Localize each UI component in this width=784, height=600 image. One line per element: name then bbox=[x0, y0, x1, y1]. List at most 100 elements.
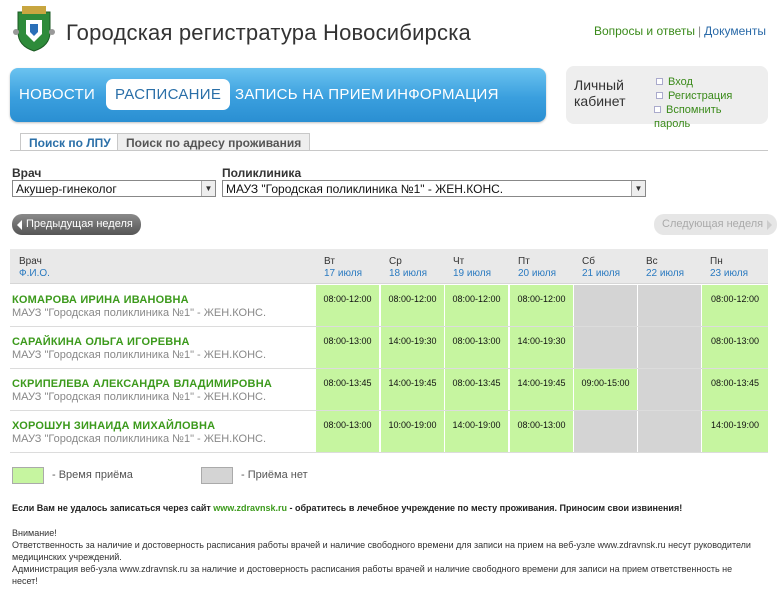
table-row: СКРИПЕЛЕВА АЛЕКСАНДРА ВЛАДИМИРОВНА МАУЗ … bbox=[10, 369, 768, 411]
schedule-cell[interactable]: 14:00-19:00 bbox=[702, 411, 768, 452]
table-row: САРАЙКИНА ОЛЬГА ИГОРЕВНА МАУЗ "Городская… bbox=[10, 327, 768, 369]
schedule-cell[interactable]: 08:00-13:45 bbox=[702, 369, 768, 410]
day-name: Сб bbox=[582, 256, 595, 267]
notice-text: Если Вам не удалось записаться через сай… bbox=[12, 503, 682, 513]
schedule-cell[interactable]: 08:00-12:00 bbox=[316, 285, 379, 326]
dropdown-arrow-icon: ▼ bbox=[201, 181, 215, 196]
schedule-cell[interactable]: 08:00-13:45 bbox=[445, 369, 508, 410]
day-header: Вс 22 июля bbox=[646, 256, 684, 280]
schedule-cell[interactable]: 08:00-13:45 bbox=[316, 369, 379, 410]
schedule-cell[interactable]: 09:00-15:00 bbox=[574, 369, 637, 410]
tab-search-by-clinic[interactable]: Поиск по ЛПУ bbox=[20, 133, 120, 151]
day-name: Вт bbox=[324, 256, 335, 267]
clinic-select-value: МАУЗ "Городская поликлиника №1" - ЖЕН.КО… bbox=[226, 182, 504, 196]
warning-line-2: Администрация веб-узла www.zdravnsk.ru з… bbox=[12, 564, 733, 586]
nav-news[interactable]: НОВОСТИ bbox=[19, 86, 95, 103]
tabs-divider bbox=[10, 150, 768, 151]
table-row: ХОРОШУН ЗИНАИДА МИХАЙЛОВНА МАУЗ "Городск… bbox=[10, 411, 768, 453]
day-name: Пн bbox=[710, 256, 723, 267]
next-week-label: Следующая неделя bbox=[662, 218, 764, 230]
doctor-fio-header[interactable]: Ф.И.О. bbox=[19, 268, 50, 280]
city-emblem-logo[interactable] bbox=[12, 5, 56, 52]
cabinet-title: Личный кабинет bbox=[574, 77, 626, 109]
schedule-cell[interactable]: 08:00-13:00 bbox=[445, 327, 508, 368]
schedule-cell[interactable]: 08:00-13:00 bbox=[316, 411, 379, 452]
documents-link[interactable]: Документы bbox=[704, 24, 766, 38]
doctor-name-link[interactable]: ХОРОШУН ЗИНАИДА МИХАЙЛОВНА bbox=[12, 420, 215, 432]
schedule-cell[interactable]: 08:00-12:00 bbox=[510, 285, 573, 326]
site-title: Городская регистратура Новосибирска bbox=[66, 20, 471, 45]
warning-block: Внимание! Ответственность за наличие и д… bbox=[12, 527, 752, 587]
personal-cabinet: Личный кабинет Вход Регистрация Вспомнит… bbox=[566, 66, 768, 130]
doctor-column-header: Врач bbox=[19, 256, 42, 267]
register-link[interactable]: Регистрация bbox=[656, 89, 754, 103]
day-name: Пт bbox=[518, 256, 530, 267]
schedule-cell[interactable]: 14:00-19:45 bbox=[510, 369, 573, 410]
previous-week-button[interactable]: Предыдущая неделя bbox=[12, 214, 141, 235]
schedule-cell bbox=[574, 285, 637, 326]
notice-after: - обратитесь в лечебное учреждение по ме… bbox=[286, 503, 683, 513]
doctor-clinic: МАУЗ "Городская поликлиника №1" - ЖЕН.КО… bbox=[12, 307, 267, 319]
dropdown-arrow-icon: ▼ bbox=[631, 181, 645, 196]
day-header: Пт 20 июля bbox=[518, 256, 556, 280]
schedule-cell[interactable]: 08:00-13:00 bbox=[510, 411, 573, 452]
day-name: Вс bbox=[646, 256, 658, 267]
login-link[interactable]: Вход bbox=[656, 75, 754, 89]
legend-reception-swatch bbox=[12, 467, 44, 484]
notice-before: Если Вам не удалось записаться через сай… bbox=[12, 503, 214, 513]
login-label: Вход bbox=[668, 76, 693, 88]
previous-week-label: Предыдущая неделя bbox=[26, 218, 133, 230]
schedule-cell[interactable]: 14:00-19:30 bbox=[381, 327, 444, 368]
schedule-cell bbox=[574, 411, 637, 452]
bullet-icon bbox=[656, 78, 663, 85]
register-label: Регистрация bbox=[668, 90, 733, 102]
table-row: КОМАРОВА ИРИНА ИВАНОВНА МАУЗ "Городская … bbox=[10, 285, 768, 327]
day-name: Чт bbox=[453, 256, 465, 267]
warning-line-1: Ответственность за наличие и достовернос… bbox=[12, 540, 751, 562]
doctor-name-link[interactable]: СКРИПЕЛЕВА АЛЕКСАНДРА ВЛАДИМИРОВНА bbox=[12, 378, 272, 390]
day-header: Вт 17 июля bbox=[324, 256, 362, 280]
tab-search-by-address[interactable]: Поиск по адресу проживания bbox=[117, 133, 311, 151]
schedule-cell bbox=[638, 327, 701, 368]
warning-title: Внимание! bbox=[12, 528, 57, 538]
nav-schedule[interactable]: РАСПИСАНИЕ bbox=[106, 79, 231, 110]
main-nav: НОВОСТИ РАСПИСАНИЕ ЗАПИСЬ НА ПРИЕМ ИНФОР… bbox=[10, 68, 546, 122]
day-date: 18 июля bbox=[389, 268, 428, 279]
legend-reception-label: - Время приёма bbox=[52, 469, 133, 481]
next-week-button[interactable]: Следующая неделя bbox=[654, 214, 778, 235]
day-header: Пн 23 июля bbox=[710, 256, 748, 280]
arrow-left-icon bbox=[17, 220, 22, 230]
schedule-cell[interactable]: 14:00-19:00 bbox=[445, 411, 508, 452]
nav-information[interactable]: ИНФОРМАЦИЯ bbox=[386, 86, 499, 103]
day-header: Чт 19 июля bbox=[453, 256, 491, 280]
doctor-clinic: МАУЗ "Городская поликлиника №1" - ЖЕН.КО… bbox=[12, 391, 267, 403]
schedule-cell[interactable]: 14:00-19:30 bbox=[510, 327, 573, 368]
schedule-cell[interactable]: 08:00-12:00 bbox=[702, 285, 768, 326]
schedule-cell[interactable]: 10:00-19:00 bbox=[381, 411, 444, 452]
faq-link[interactable]: Вопросы и ответы bbox=[594, 24, 695, 38]
schedule-cell[interactable]: 08:00-13:00 bbox=[702, 327, 768, 368]
schedule-cell[interactable]: 08:00-12:00 bbox=[445, 285, 508, 326]
bullet-icon bbox=[654, 106, 661, 113]
day-date: 20 июля bbox=[518, 268, 557, 279]
clinic-select[interactable]: МАУЗ "Городская поликлиника №1" - ЖЕН.КО… bbox=[222, 180, 646, 197]
doctor-clinic: МАУЗ "Городская поликлиника №1" - ЖЕН.КО… bbox=[12, 433, 267, 445]
doctor-name-link[interactable]: КОМАРОВА ИРИНА ИВАНОВНА bbox=[12, 294, 189, 306]
doctor-name-link[interactable]: САРАЙКИНА ОЛЬГА ИГОРЕВНА bbox=[12, 336, 190, 348]
site-link[interactable]: www.zdravnsk.ru bbox=[213, 503, 287, 513]
doctor-select-value: Акушер-гинеколог bbox=[16, 182, 117, 196]
schedule-cell[interactable]: 14:00-19:45 bbox=[381, 369, 444, 410]
remember-password-link[interactable]: Вспомнить пароль bbox=[654, 103, 754, 131]
doctor-label: Врач bbox=[12, 166, 42, 180]
remember-label: Вспомнить пароль bbox=[654, 104, 722, 130]
schedule-cell bbox=[638, 285, 701, 326]
day-date: 23 июля bbox=[710, 268, 749, 279]
schedule-cell bbox=[638, 411, 701, 452]
day-header: Сб 21 июля bbox=[582, 256, 620, 280]
doctor-select[interactable]: Акушер-гинеколог ▼ bbox=[12, 180, 216, 197]
schedule-cell[interactable]: 08:00-12:00 bbox=[381, 285, 444, 326]
doctor-clinic: МАУЗ "Городская поликлиника №1" - ЖЕН.КО… bbox=[12, 349, 267, 361]
day-date: 21 июля bbox=[582, 268, 621, 279]
schedule-cell[interactable]: 08:00-13:00 bbox=[316, 327, 379, 368]
nav-appointment[interactable]: ЗАПИСЬ НА ПРИЕМ bbox=[235, 86, 384, 103]
